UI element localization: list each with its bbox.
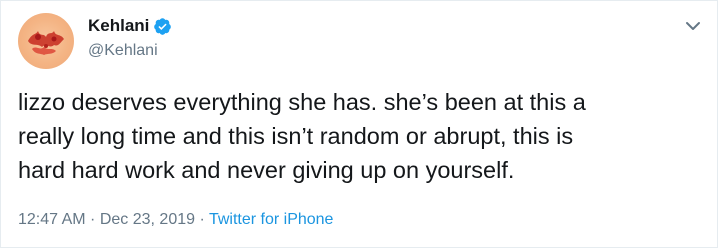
tweet-source-link[interactable]: Twitter for iPhone — [209, 211, 334, 228]
author-name-row[interactable]: Kehlani — [88, 16, 172, 36]
tweet-metadata: 12:47 AM · Dec 23, 2019 · Twitter for iP… — [18, 210, 333, 230]
verified-badge-icon — [153, 17, 172, 36]
profile-avatar-icon[interactable] — [18, 13, 74, 69]
tweet-text-line: hard hard work and never giving up on yo… — [18, 157, 515, 183]
chevron-down-icon[interactable] — [685, 19, 701, 31]
tweet-card: Kehlani @Kehlani lizzo deserves everythi… — [0, 0, 718, 248]
avatar-illustration — [28, 31, 64, 55]
tweet-date[interactable]: Dec 23, 2019 — [100, 211, 195, 228]
tweet-text-line: lizzo deserves everything she has. she’s… — [18, 89, 586, 115]
tweet-time[interactable]: 12:47 AM — [18, 211, 86, 228]
tweet-text-line: really long time and this isn’t random o… — [18, 123, 574, 149]
author-handle[interactable]: @Kehlani — [88, 41, 158, 61]
author-display-name[interactable]: Kehlani — [88, 16, 149, 36]
meta-separator: · — [195, 211, 209, 228]
meta-separator: · — [85, 211, 100, 228]
tweet-text: lizzo deserves everything she has. she’s… — [18, 85, 708, 187]
